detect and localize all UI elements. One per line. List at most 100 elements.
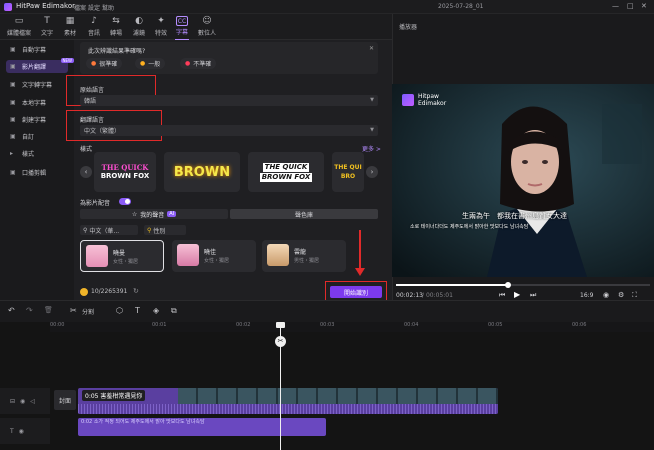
- source-lang-select[interactable]: 韓語 ▼: [80, 95, 378, 106]
- previous-frame-icon[interactable]: ⏮: [499, 291, 505, 300]
- filter-icon: ⚲: [83, 226, 88, 234]
- rate-inaccurate-button[interactable]: ● 不準確: [180, 58, 217, 69]
- chevron-down-icon: ▼: [370, 97, 374, 103]
- redo-icon[interactable]: ↷: [26, 306, 33, 315]
- lock-icon[interactable]: ⊟: [10, 398, 15, 405]
- tab-my-voice[interactable]: ☆ 我的聲音 AI: [80, 209, 228, 219]
- language-filter-select[interactable]: ⚲ 中文（華...: [80, 225, 138, 235]
- video-preview: Hitpaw Edimakor 生兩為午 都我在書州島質女大達 소로 테이너다더…: [392, 84, 654, 277]
- feedback-question: 此次辨識結果準確嗎?: [88, 48, 146, 55]
- tick-label: 00:00: [50, 322, 65, 328]
- menu-settings[interactable]: 設定: [88, 3, 100, 12]
- dub-toggle[interactable]: [119, 198, 131, 205]
- delete-icon[interactable]: 🗑: [44, 306, 53, 314]
- rate-accurate-button[interactable]: ● 很準確: [86, 58, 123, 69]
- split-button[interactable]: 分割: [82, 307, 94, 316]
- timeline-ruler[interactable]: 00:00 00:01 00:02 00:03 00:04 00:05 00:0…: [50, 322, 654, 332]
- title-bar: HitPaw Edimakor 檔案 設定 幫助 2025-07-28_01 —…: [0, 0, 654, 14]
- more-styles-link[interactable]: 更多 >: [362, 144, 381, 153]
- style-card-3[interactable]: THE QUICK BROWN FOX: [248, 152, 324, 192]
- play-icon[interactable]: ▶: [514, 290, 520, 299]
- split-scissors-icon[interactable]: ✂: [275, 336, 286, 347]
- sidebar-item-create-subtitle[interactable]: ▣ 創建字幕: [6, 113, 68, 126]
- arrow-line: [359, 230, 361, 270]
- maximize-icon[interactable]: □: [627, 2, 634, 10]
- refresh-icon[interactable]: ↻: [133, 287, 139, 295]
- chevron-down-icon: ▼: [370, 127, 374, 133]
- cover-button[interactable]: 封面: [54, 390, 76, 410]
- aspect-ratio-select[interactable]: 16:9: [580, 292, 593, 299]
- tool-subtitles[interactable]: CC 字幕: [169, 16, 195, 40]
- text-subtitle-icon: ▣: [10, 81, 16, 88]
- settings-icon[interactable]: ⚙: [618, 291, 624, 299]
- volume-icon[interactable]: ◁: [30, 398, 35, 405]
- tool-media[interactable]: ▭ 媒體檔案: [6, 16, 32, 38]
- happy-face-icon: ●: [91, 60, 97, 67]
- subtitle-zh: 生兩為午 都我在書州島質女大達: [462, 212, 567, 220]
- subtitles-icon: CC: [176, 16, 188, 26]
- minimize-icon[interactable]: —: [612, 2, 619, 10]
- app-logo: [4, 3, 12, 11]
- eye-icon[interactable]: ◉: [20, 398, 25, 405]
- assets-icon: ▦: [65, 16, 75, 26]
- style-label: 樣式: [80, 146, 93, 153]
- ai-badge: AI: [167, 211, 177, 217]
- style-card-2[interactable]: BROWN: [164, 152, 240, 192]
- menu-help[interactable]: 幫助: [102, 3, 114, 12]
- tick-label: 00:02: [236, 322, 251, 328]
- main-toolbar: ▭ 媒體檔案 T 文字 ▦ 素材 ♪ 音訊 ⇆ 轉場 ◐ 濾鏡 ✦ 特效 CC 字幕 ☺ 數位人: [0, 14, 392, 40]
- style-prev-button[interactable]: ‹: [80, 166, 92, 178]
- undo-icon[interactable]: ↶: [8, 306, 15, 315]
- app-name: HitPaw Edimakor: [16, 2, 75, 10]
- chevron-right-icon: ▸: [10, 150, 14, 157]
- target-lang-label: 翻譯語言: [80, 117, 105, 124]
- target-lang-select[interactable]: 中文（繁體） ▼: [80, 125, 378, 136]
- voice-card-yunlong[interactable]: 雲龍 男性・獨居: [262, 240, 346, 272]
- menu-file[interactable]: 檔案: [74, 3, 86, 12]
- credits-count: 10/2265391: [91, 288, 128, 295]
- sidebar-item-auto-subtitle[interactable]: ▣ 自動字幕: [6, 43, 68, 56]
- snapshot-icon[interactable]: ◉: [603, 291, 609, 299]
- sidebar-item-video-translate[interactable]: ▣ 影片翻譯 NEW: [6, 58, 74, 73]
- start-recognition-button[interactable]: 開始識別: [330, 286, 382, 298]
- subtitle-track-header: T ◉: [0, 418, 50, 444]
- tick-label: 00:03: [320, 322, 335, 328]
- tool-avatar[interactable]: ☺ 數位人: [194, 16, 220, 38]
- voice-card-xiaojia[interactable]: 曉佳 女性・獨居: [172, 240, 256, 272]
- voice-card-xiaoman[interactable]: 曉曼 女性・獨居: [80, 240, 164, 272]
- style-card-4[interactable]: THE QUI BRO: [332, 152, 364, 192]
- sidebar-item-local-subtitle[interactable]: ▣ 本地字幕: [6, 96, 68, 109]
- text-tool-icon[interactable]: T: [135, 306, 140, 315]
- sad-face-icon: ●: [185, 60, 191, 67]
- playback-scrubber[interactable]: [504, 282, 511, 288]
- new-badge: NEW: [60, 58, 74, 63]
- crop-icon[interactable]: ⧉: [171, 306, 177, 316]
- scissors-icon[interactable]: ✂: [70, 306, 77, 315]
- next-frame-icon[interactable]: ⏭: [530, 291, 536, 300]
- close-feedback-icon[interactable]: ✕: [369, 45, 374, 52]
- shield-icon[interactable]: ⬡: [116, 306, 123, 315]
- rate-average-button[interactable]: ● 一般: [135, 58, 166, 69]
- star-icon: ☆: [131, 210, 138, 218]
- sidebar-item-custom[interactable]: ▣ 自訂: [6, 130, 68, 143]
- sidebar-item-voiceover-edit[interactable]: ▣ 口播剪輯: [6, 166, 68, 179]
- create-subtitle-icon: ▣: [10, 116, 16, 123]
- local-subtitle-icon: ▣: [10, 99, 16, 106]
- mask-icon[interactable]: ◈: [153, 306, 159, 315]
- fullscreen-icon[interactable]: ⛶: [632, 291, 637, 300]
- translate-icon: ▣: [10, 63, 16, 70]
- gender-filter-select[interactable]: ⚲ 性別: [144, 225, 186, 235]
- style-card-1[interactable]: THE QUICK BROWN FOX: [94, 152, 156, 192]
- sidebar-item-style[interactable]: ▸ 樣式: [6, 147, 68, 160]
- close-icon[interactable]: ✕: [641, 2, 647, 10]
- subtitle-clip[interactable]: 0:02 소가 적정 되어도 제주도에서 밝아 맛보다도 남녀속담: [78, 418, 326, 436]
- time-current: 00:02:13: [396, 292, 423, 299]
- sidebar-item-text-to-subtitle[interactable]: ▣ 文字轉字幕: [6, 78, 68, 91]
- tab-voice-library[interactable]: 聲色庫: [230, 209, 378, 219]
- tick-label: 00:04: [404, 322, 419, 328]
- style-next-button[interactable]: ›: [366, 166, 378, 178]
- tool-assets[interactable]: ▦ 素材: [57, 16, 83, 38]
- playhead-handle[interactable]: [276, 322, 285, 328]
- eye-icon[interactable]: ◉: [19, 428, 24, 435]
- watermark-logo: [402, 94, 414, 106]
